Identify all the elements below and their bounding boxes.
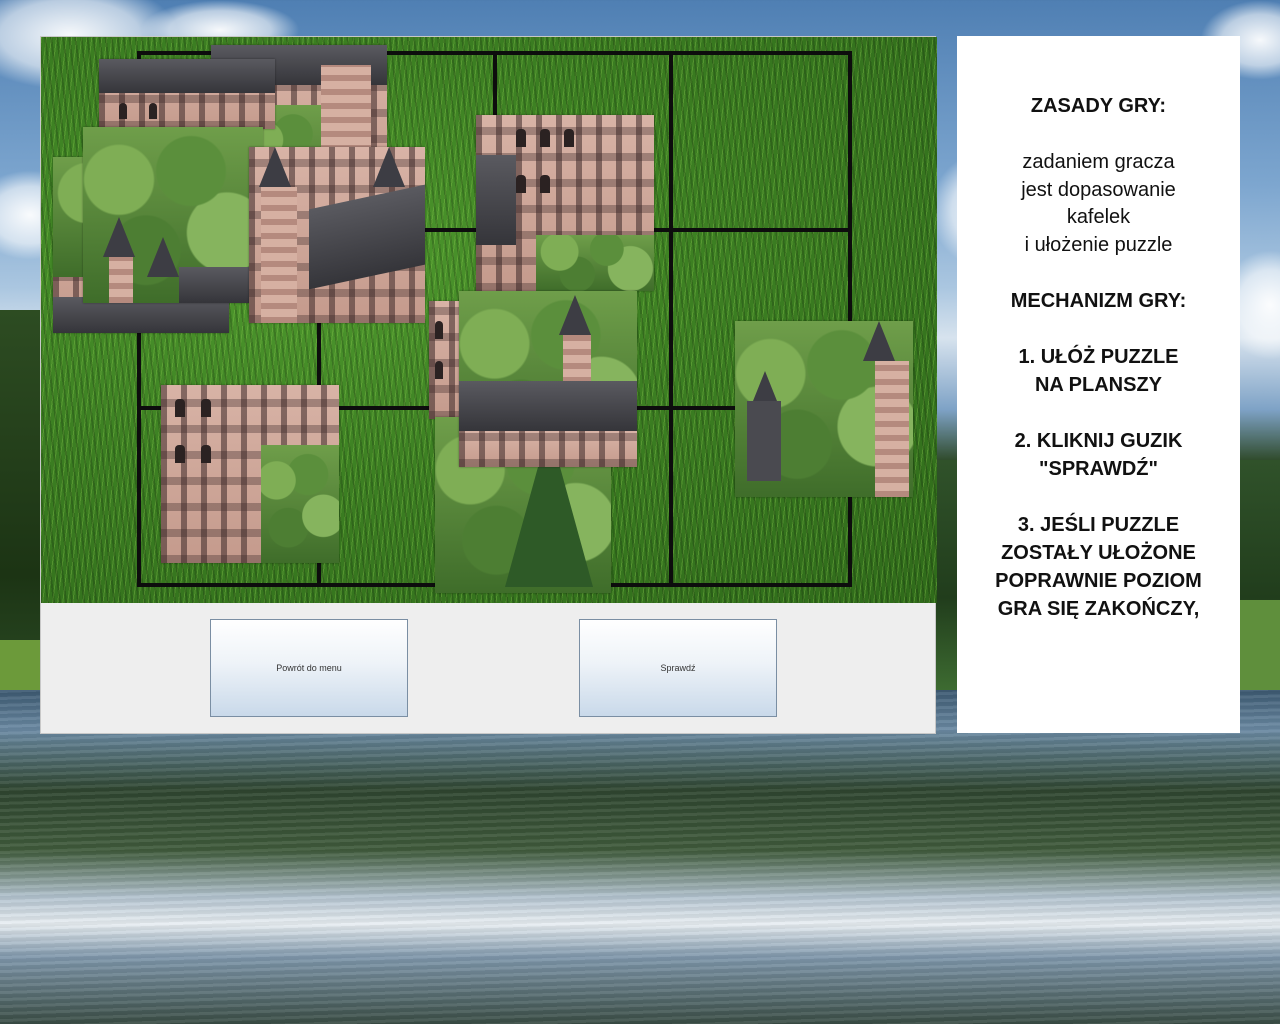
rules-description-line: kafelek xyxy=(1066,206,1131,228)
rules-description-line: jest dopasowanie xyxy=(1021,179,1176,201)
rules-step-3: POPRAWNIE POZIOM xyxy=(995,570,1202,592)
rules-description-line: i ułożenie puzzle xyxy=(1024,234,1173,256)
rules-panel: ZASADY GRY: zadaniem gracza jest dopasow… xyxy=(957,36,1240,733)
mechanics-heading: MECHANIZM GRY: xyxy=(1010,290,1187,312)
puzzle-tile[interactable] xyxy=(161,385,339,563)
rules-step-1: NA PLANSZY xyxy=(1034,374,1163,396)
back-to-menu-button[interactable]: Powrót do menu xyxy=(210,619,408,717)
rules-heading: ZASADY GRY: xyxy=(1030,95,1167,117)
trees-left xyxy=(0,310,40,690)
rules-description-line: zadaniem gracza xyxy=(1022,151,1175,173)
grid-line xyxy=(669,51,673,587)
puzzle-tile[interactable] xyxy=(99,59,275,129)
puzzle-tile[interactable] xyxy=(249,147,425,323)
rules-step-3: 3. JEŚLI PUZZLE xyxy=(1017,514,1180,536)
lake-water xyxy=(0,690,1280,1024)
puzzle-tile[interactable] xyxy=(476,115,654,291)
rules-step-2: "SPRAWDŹ" xyxy=(1039,458,1158,480)
game-panel: Powrót do menu Sprawdź xyxy=(40,36,937,734)
puzzle-board xyxy=(41,37,937,603)
rules-step-1: 1. UŁÓŻ PUZZLE xyxy=(1018,346,1179,368)
puzzle-tile[interactable] xyxy=(83,127,263,303)
rules-step-3: GRA SIĘ ZAKOŃCZY, xyxy=(997,598,1200,620)
puzzle-tile[interactable] xyxy=(735,321,913,497)
grid-line xyxy=(848,51,852,587)
rules-step-2: 2. KLIKNIJ GUZIK xyxy=(1014,430,1183,452)
meadow-right xyxy=(1240,600,1280,690)
check-button[interactable]: Sprawdź xyxy=(579,619,777,717)
rules-step-3: ZOSTAŁY UŁOŻONE xyxy=(1001,542,1196,564)
puzzle-tile[interactable] xyxy=(459,291,637,467)
